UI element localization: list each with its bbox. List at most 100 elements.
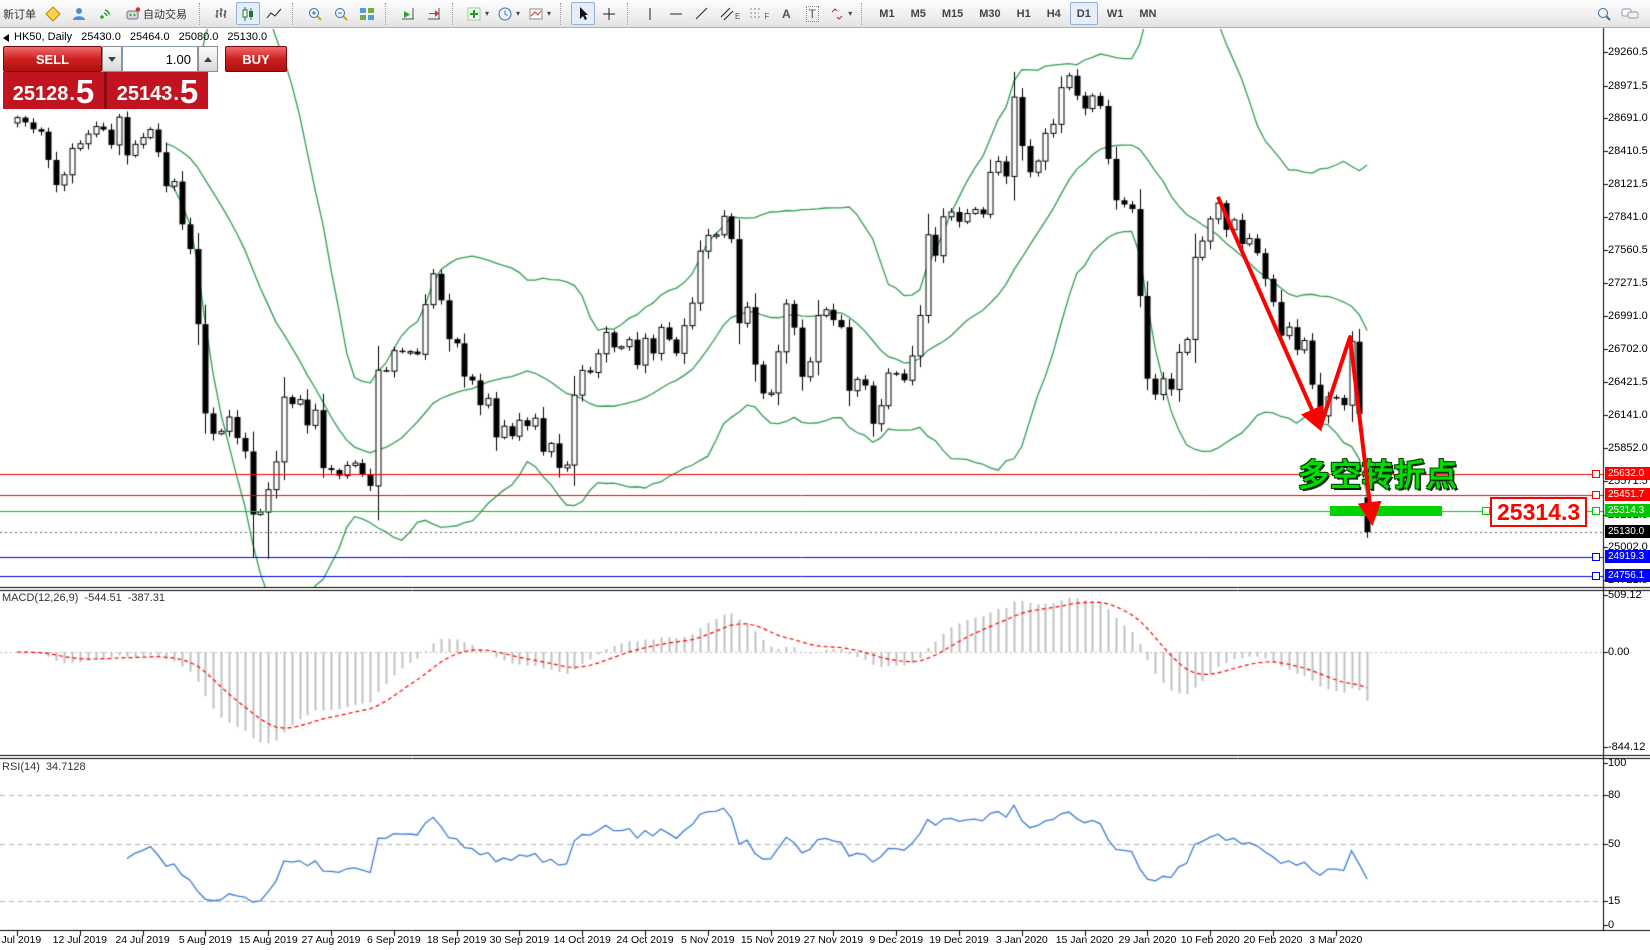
tile-windows-button[interactable] [355, 2, 379, 25]
arrows-icon [829, 6, 845, 22]
volume-input[interactable] [122, 46, 198, 72]
rsi-params: (14) [20, 761, 40, 773]
periods-button[interactable]: ▾ [494, 2, 523, 25]
chart-shift-button[interactable] [422, 2, 446, 25]
autotrading-robot-icon [125, 6, 141, 22]
search-icon [1596, 6, 1612, 22]
rsi-value: 34.7128 [46, 761, 86, 773]
macd-params: (12,26,9) [34, 592, 78, 604]
zoom-in-icon [307, 6, 323, 22]
timeframe-h4[interactable]: H4 [1040, 2, 1068, 25]
horizontal-line-button[interactable] [664, 2, 688, 25]
metaeditor-button[interactable] [41, 2, 65, 25]
support-highlight-bar[interactable] [1330, 506, 1442, 516]
close-value: 25130.0 [227, 31, 267, 43]
candlestick-chart-icon [240, 6, 256, 22]
buy-button[interactable]: BUY [225, 46, 287, 72]
timeframe-h1[interactable]: H1 [1010, 2, 1038, 25]
bar-chart-icon [214, 6, 230, 22]
toolbar-separator [385, 3, 391, 25]
bid-ask-price-row: 25128.5 25143.5 [3, 72, 208, 109]
text-button[interactable]: A [774, 2, 798, 25]
line-chart-button[interactable] [262, 2, 286, 25]
rsi-name: RSI [2, 761, 20, 773]
indicators-button[interactable]: ▾ [463, 2, 492, 25]
cursor-button[interactable] [571, 2, 595, 25]
horizontal-line-icon [668, 6, 684, 22]
new-order-button[interactable]: 新订单 [3, 2, 39, 25]
buy-price[interactable]: 25143.5 [107, 72, 208, 109]
low-value: 25080.0 [179, 31, 219, 43]
price-callout-label[interactable]: 25314.3 [1490, 497, 1587, 527]
zoom-out-button[interactable] [329, 2, 353, 25]
templates-button[interactable]: ▾ [525, 2, 554, 25]
signals-button[interactable] [93, 2, 117, 25]
triangle-up-icon [204, 57, 212, 62]
macd-label: MACD(12,26,9) -544.51 -387.31 [2, 592, 165, 604]
chat-button[interactable] [1618, 2, 1642, 25]
fibonacci-button[interactable]: F [745, 2, 772, 25]
timeframe-mn[interactable]: MN [1132, 2, 1163, 25]
tile-windows-icon [359, 6, 375, 22]
chart-marker-icon [3, 34, 9, 42]
community-button[interactable] [67, 2, 91, 25]
timeframe-m15[interactable]: M15 [935, 2, 970, 25]
text-label-button[interactable]: T [800, 2, 824, 25]
main-toolbar: 新订单 自动交易 [0, 0, 1650, 28]
macd-value: -544.51 [84, 592, 121, 604]
trendline-button[interactable] [690, 2, 714, 25]
toolbar-separator [627, 3, 633, 25]
crosshair-button[interactable] [597, 2, 621, 25]
timeframe-w1[interactable]: W1 [1100, 2, 1131, 25]
toolbar-separator [452, 3, 458, 25]
timeframe-m5[interactable]: M5 [904, 2, 933, 25]
volume-increase-button[interactable] [198, 46, 218, 72]
clock-icon [497, 6, 513, 22]
macd-name: MACD [2, 592, 34, 604]
autotrading-label: 自动交易 [143, 6, 187, 22]
sell-price[interactable]: 25128.5 [3, 72, 104, 109]
toolbar-separator [199, 3, 205, 25]
zoom-in-button[interactable] [303, 2, 327, 25]
buy-price-frac: 5 [180, 78, 198, 106]
toolbar-separator [292, 3, 298, 25]
search-button[interactable] [1592, 2, 1616, 25]
vertical-line-button[interactable] [638, 2, 662, 25]
triangle-down-icon [108, 57, 116, 62]
metaeditor-icon [45, 6, 61, 22]
macd-signal-value: -387.31 [128, 592, 165, 604]
turning-point-annotation[interactable]: 多空转折点 [1298, 450, 1458, 495]
timeframe-m1[interactable]: M1 [872, 2, 901, 25]
trendline-icon [694, 6, 710, 22]
high-value: 25464.0 [130, 31, 170, 43]
chart-ohlc-header: HK50, Daily 25430.0 25464.0 25080.0 2513… [14, 31, 267, 43]
symbol-period-label: HK50, Daily [14, 31, 72, 43]
line-chart-icon [266, 6, 282, 22]
sell-price-frac: 5 [76, 78, 94, 106]
auto-scroll-icon [400, 6, 416, 22]
buy-price-main: 25143 [117, 83, 173, 106]
candlestick-chart-button[interactable] [236, 2, 260, 25]
timeframe-m30[interactable]: M30 [972, 2, 1007, 25]
signals-icon [97, 6, 113, 22]
mt4-window: 新订单 自动交易 [0, 0, 1650, 950]
chart-shift-icon [426, 6, 442, 22]
vertical-line-icon [642, 6, 658, 22]
equidistant-channel-button[interactable]: E [716, 2, 743, 25]
volume-decrease-button[interactable] [102, 46, 122, 72]
arrows-button[interactable]: ▾ [826, 2, 855, 25]
sell-button[interactable]: SELL [3, 46, 102, 72]
autotrading-button[interactable]: 自动交易 [119, 2, 193, 25]
open-value: 25430.0 [81, 31, 121, 43]
one-click-trade-panel: SELL BUY 25128.5 25143.5 [3, 46, 287, 109]
rsi-label: RSI(14) 34.7128 [2, 761, 86, 773]
channel-icon [719, 6, 735, 22]
toolbar-separator [861, 3, 867, 25]
new-order-label: 新订单 [3, 6, 36, 22]
bar-chart-button[interactable] [210, 2, 234, 25]
timeframe-group: M1M5M15M30H1H4D1W1MN [871, 2, 1164, 25]
auto-scroll-button[interactable] [396, 2, 420, 25]
cursor-arrow-icon [575, 6, 591, 22]
crosshair-icon [601, 6, 617, 22]
timeframe-d1[interactable]: D1 [1070, 2, 1098, 25]
